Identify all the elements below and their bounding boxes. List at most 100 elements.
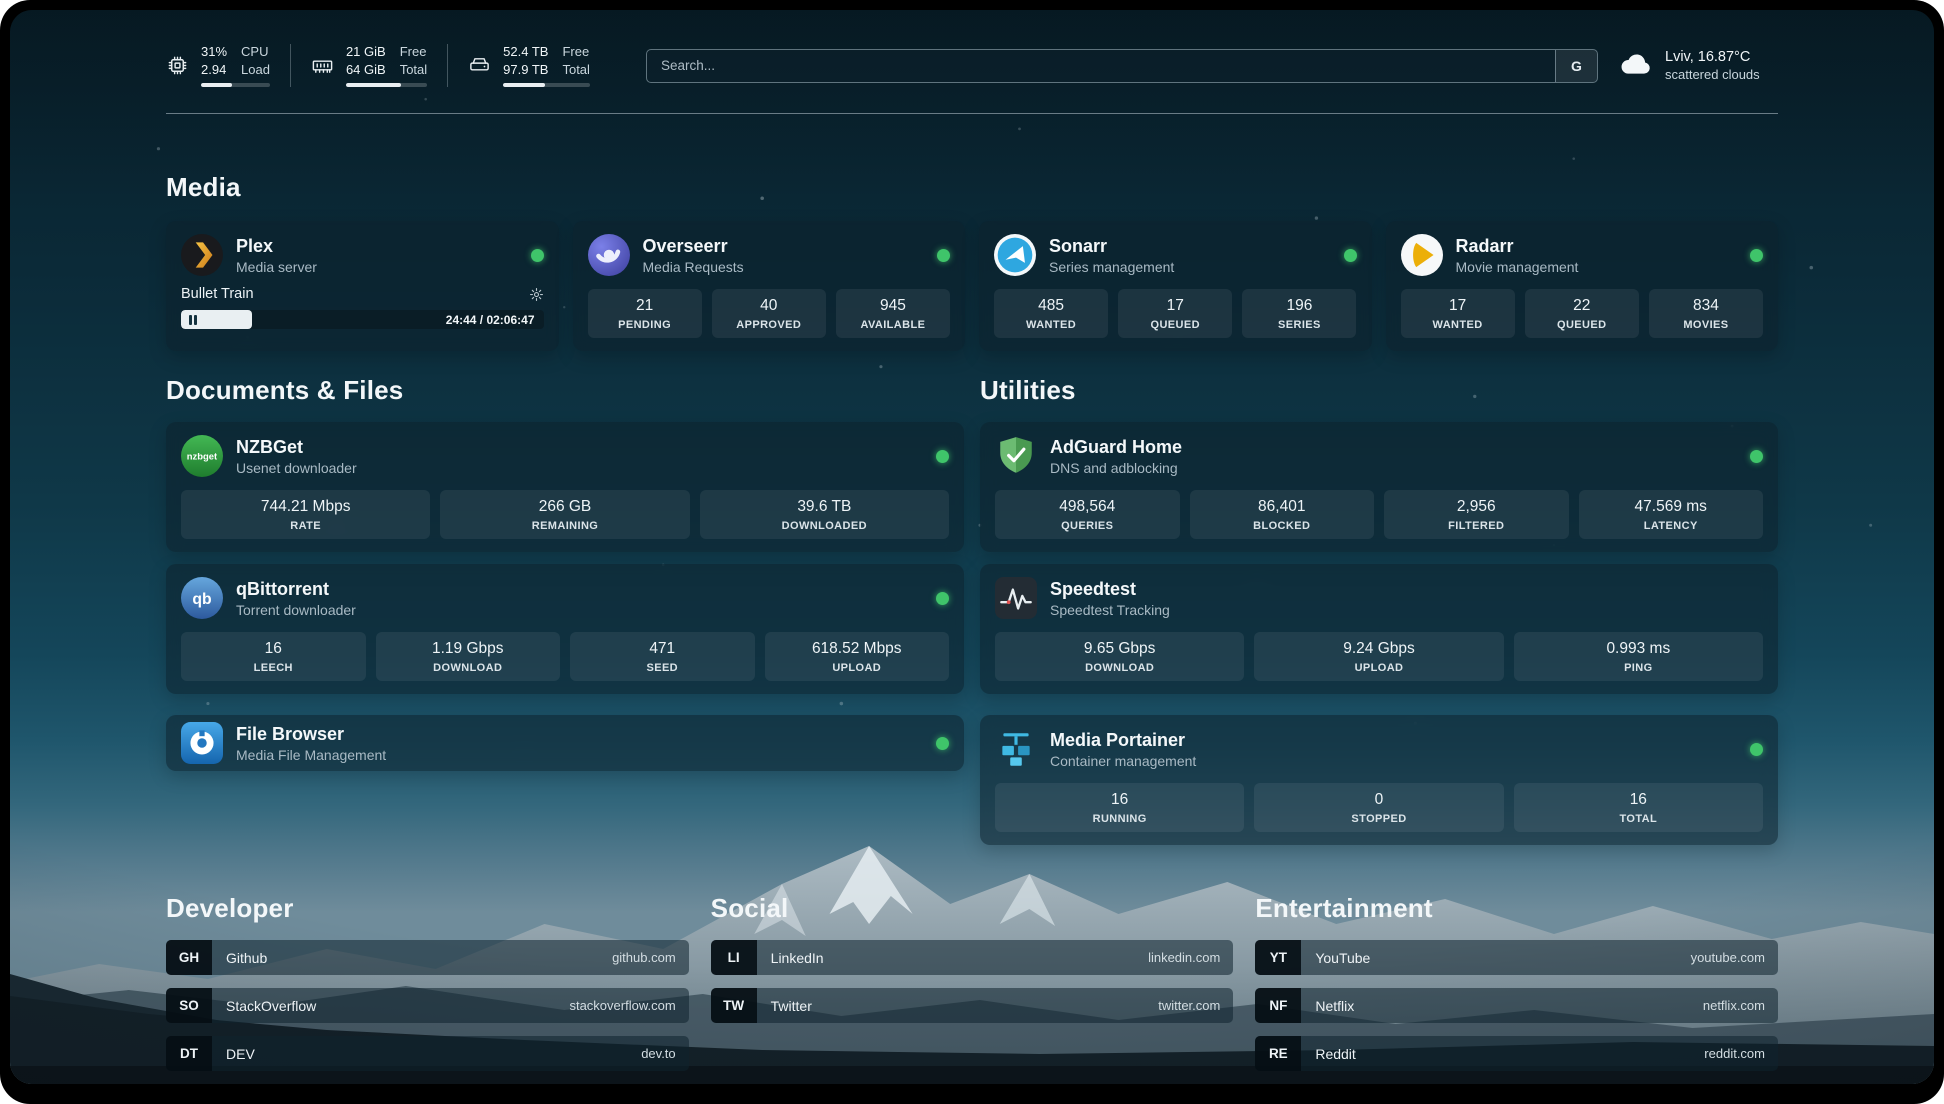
search-engine-button[interactable]: G	[1555, 50, 1597, 82]
bookmark-url: netflix.com	[1703, 998, 1765, 1013]
app-subtitle: Media Requests	[643, 259, 744, 275]
radarr-card[interactable]: Radarr Movie management 17WANTED 22QUEUE…	[1386, 221, 1779, 351]
bookmark-name: Twitter	[771, 998, 812, 1014]
bookmark-name: Netflix	[1315, 998, 1354, 1014]
portainer-card[interactable]: Media Portainer Container management 16R…	[980, 715, 1778, 845]
qbittorrent-stat-seed: 471SEED	[570, 632, 755, 681]
status-dot	[936, 450, 949, 463]
bookmark-url: youtube.com	[1691, 950, 1765, 965]
filebrowser-card[interactable]: File Browser Media File Management	[166, 715, 964, 771]
memory-icon	[311, 54, 334, 77]
section-title-media: Media	[166, 172, 1778, 203]
disk-free-value: 52.4 TB	[503, 44, 548, 59]
nzbget-stat-rate: 744.21 MbpsRATE	[181, 490, 430, 539]
bookmark-url: twitter.com	[1158, 998, 1220, 1013]
bookmark-youtube[interactable]: YT YouTube youtube.com	[1255, 940, 1778, 975]
cpu-chip-icon	[166, 54, 189, 77]
cloud-icon	[1618, 50, 1654, 82]
section-title-developer: Developer	[166, 893, 689, 924]
app-subtitle: Media File Management	[236, 747, 386, 763]
adguard-card[interactable]: AdGuard Home DNS and adblocking 498,564Q…	[980, 422, 1778, 552]
sonarr-card[interactable]: Sonarr Series management 485WANTED 17QUE…	[979, 221, 1372, 351]
section-title-entertainment: Entertainment	[1255, 893, 1778, 924]
stackoverflow-icon: SO	[166, 988, 212, 1023]
disk-progress-bar	[503, 83, 590, 87]
bookmark-reddit[interactable]: RE Reddit reddit.com	[1255, 1036, 1778, 1071]
app-title: NZBGet	[236, 437, 357, 458]
portainer-stat-total: 16TOTAL	[1514, 783, 1763, 832]
radarr-icon	[1401, 234, 1443, 276]
sonarr-stat-series: 196SERIES	[1242, 289, 1356, 338]
radarr-stat-queued: 22QUEUED	[1525, 289, 1639, 338]
playback-progress-bar[interactable]: 24:44 / 02:06:47	[181, 310, 544, 329]
adguard-stat-latency: 47.569 msLATENCY	[1579, 490, 1764, 539]
speedtest-card[interactable]: Speedtest Speedtest Tracking 9.65 GbpsDO…	[980, 564, 1778, 694]
search-input[interactable]	[647, 50, 1555, 82]
section-title-social: Social	[711, 893, 1234, 924]
system-stats: 31% 2.94 CPU Load	[166, 44, 610, 87]
section-title-documents: Documents & Files	[166, 375, 964, 406]
radarr-stat-wanted: 17WANTED	[1401, 289, 1515, 338]
ram-free-value: 21 GiB	[346, 44, 386, 59]
entertainment-bookmarks: Entertainment YT YouTube youtube.com NF …	[1255, 893, 1778, 1084]
plex-card[interactable]: Plex Media server Bullet Train	[166, 221, 559, 351]
speedtest-stat-upload: 9.24 GbpsUPLOAD	[1254, 632, 1503, 681]
portainer-stat-running: 16RUNNING	[995, 783, 1244, 832]
app-subtitle: Container management	[1050, 753, 1196, 769]
bookmark-url: stackoverflow.com	[569, 998, 675, 1013]
bookmark-dev[interactable]: DT DEV dev.to	[166, 1036, 689, 1071]
app-title: Media Portainer	[1050, 730, 1196, 751]
playback-time: 24:44 / 02:06:47	[446, 313, 535, 327]
app-title: Plex	[236, 236, 317, 257]
bookmark-linkedin[interactable]: LI LinkedIn linkedin.com	[711, 940, 1234, 975]
bookmark-name: Reddit	[1315, 1046, 1355, 1062]
bookmark-twitter[interactable]: TW Twitter twitter.com	[711, 988, 1234, 1023]
bookmark-name: StackOverflow	[226, 998, 316, 1014]
plex-icon	[181, 234, 223, 276]
status-dot	[1750, 743, 1763, 756]
bookmark-github[interactable]: GH Github github.com	[166, 940, 689, 975]
cpu-stat: 31% 2.94 CPU Load	[166, 44, 290, 87]
media-grid: Plex Media server Bullet Train	[166, 221, 1778, 351]
status-dot	[937, 249, 950, 262]
section-title-utilities: Utilities	[980, 375, 1778, 406]
bookmark-stackoverflow[interactable]: SO StackOverflow stackoverflow.com	[166, 988, 689, 1023]
utilities-column: Utilities	[980, 375, 1778, 845]
qbittorrent-stat-download: 1.19 GbpsDOWNLOAD	[376, 632, 561, 681]
dashboard-screen: 31% 2.94 CPU Load	[10, 10, 1934, 1084]
bookmark-url: reddit.com	[1704, 1046, 1765, 1061]
cpu-load-label: Load	[241, 62, 270, 77]
bookmark-netflix[interactable]: NF Netflix netflix.com	[1255, 988, 1778, 1023]
netflix-icon: NF	[1255, 988, 1301, 1023]
reddit-icon: RE	[1255, 1036, 1301, 1071]
now-playing-title: Bullet Train	[181, 286, 254, 302]
disk-stat: 52.4 TB 97.9 TB Free Total	[447, 44, 610, 87]
bookmark-name: LinkedIn	[771, 950, 824, 966]
adguard-shield-icon	[995, 435, 1037, 477]
disk-total-label: Total	[562, 62, 589, 77]
top-bar: 31% 2.94 CPU Load	[166, 44, 1778, 87]
status-dot	[1750, 249, 1763, 262]
linkedin-icon: LI	[711, 940, 757, 975]
pause-icon[interactable]	[189, 315, 197, 325]
hard-drive-icon	[468, 54, 491, 77]
app-subtitle: Series management	[1049, 259, 1174, 275]
sonarr-icon	[994, 234, 1036, 276]
sonarr-stat-wanted: 485WANTED	[994, 289, 1108, 338]
settings-gear-icon[interactable]	[529, 287, 544, 302]
search-bar: G	[646, 49, 1598, 83]
bookmark-url: github.com	[612, 950, 676, 965]
app-subtitle: Torrent downloader	[236, 602, 356, 618]
app-title: qBittorrent	[236, 579, 356, 600]
overseerr-card[interactable]: Overseerr Media Requests 21PENDING 40APP…	[573, 221, 966, 351]
qbittorrent-card[interactable]: qb qBittorrent Torrent downloader	[166, 564, 964, 694]
documents-column: Documents & Files nzbget	[166, 375, 964, 845]
nzbget-card[interactable]: nzbget NZBGet Usenet downloader 74	[166, 422, 964, 552]
adguard-stat-queries: 498,564QUERIES	[995, 490, 1180, 539]
cpu-progress-bar	[201, 83, 270, 87]
adguard-stat-filtered: 2,956FILTERED	[1384, 490, 1569, 539]
disk-total-value: 97.9 TB	[503, 62, 548, 77]
qbittorrent-icon: qb	[181, 577, 223, 619]
app-title: Sonarr	[1049, 236, 1174, 257]
filebrowser-icon	[181, 722, 223, 764]
